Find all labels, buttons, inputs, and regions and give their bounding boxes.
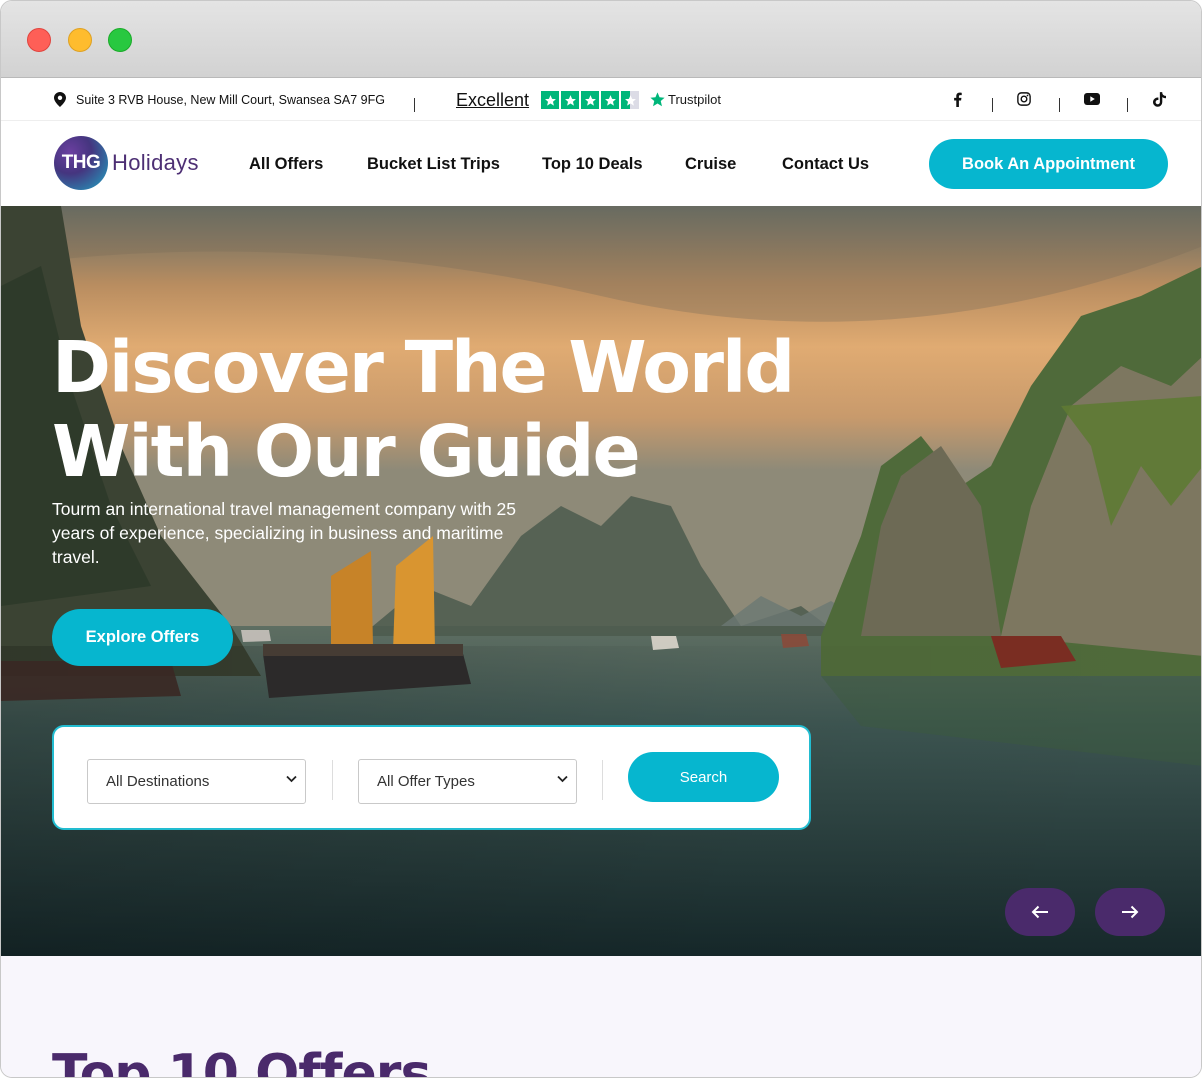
nav-contact-us[interactable]: Contact Us — [782, 155, 869, 174]
divider — [332, 760, 333, 800]
trustpilot-rating-link[interactable]: Excellent — [456, 90, 529, 111]
hero-title-line-1: Discover The World — [52, 326, 795, 409]
hero-title: Discover The World With Our Guide — [52, 326, 812, 494]
chevron-down-icon — [286, 775, 297, 783]
previous-slide-button[interactable] — [1005, 888, 1075, 936]
nav-bucket-list-trips[interactable]: Bucket List Trips — [367, 155, 500, 174]
star-icon — [541, 91, 559, 109]
book-appointment-button[interactable]: Book An Appointment — [929, 139, 1168, 189]
offer-type-select[interactable]: All Offer Types — [358, 759, 577, 804]
divider — [414, 98, 415, 112]
youtube-icon[interactable] — [1083, 90, 1101, 108]
facebook-icon[interactable] — [948, 90, 966, 108]
map-pin-icon — [54, 92, 66, 107]
logo-wordmark: Holidays — [112, 150, 199, 175]
divider — [1127, 98, 1128, 112]
destination-select-value: All Destinations — [106, 773, 210, 790]
trustpilot-logo[interactable]: Trustpilot — [649, 91, 721, 108]
destination-select[interactable]: All Destinations — [87, 759, 306, 804]
hero-section: Discover The World With Our Guide Tourm … — [1, 206, 1201, 956]
half-star-icon — [621, 91, 639, 109]
trustpilot-stars — [541, 91, 639, 109]
offer-type-select-value: All Offer Types — [377, 773, 475, 790]
star-icon — [601, 91, 619, 109]
next-slide-button[interactable] — [1095, 888, 1165, 936]
top-info-bar: Suite 3 RVB House, New Mill Court, Swans… — [1, 78, 1201, 121]
star-icon — [581, 91, 599, 109]
hero-background-image — [1, 206, 1201, 956]
star-icon — [561, 91, 579, 109]
address: Suite 3 RVB House, New Mill Court, Swans… — [54, 92, 385, 107]
hero-title-line-2: With Our Guide — [52, 410, 641, 493]
chevron-down-icon — [557, 775, 568, 783]
logo-mark: THG — [54, 136, 108, 190]
nav-cruise[interactable]: Cruise — [685, 155, 736, 174]
offer-search-form: All Destinations All Offer Types Search — [52, 725, 811, 830]
trustpilot-star-icon — [650, 92, 665, 107]
maximize-window-button[interactable] — [108, 28, 132, 52]
hero-description: Tourm an international travel management… — [52, 499, 516, 567]
browser-window: Suite 3 RVB House, New Mill Court, Swans… — [0, 0, 1202, 1078]
instagram-icon[interactable] — [1015, 90, 1033, 108]
tiktok-icon[interactable] — [1150, 90, 1168, 108]
section-title: Top 10 Offers — [52, 1044, 431, 1078]
site-logo[interactable]: THG Holidays — [54, 136, 199, 190]
offers-section: Top 10 Offers — [1, 956, 1201, 1078]
minimize-window-button[interactable] — [68, 28, 92, 52]
trustpilot-label: Trustpilot — [668, 92, 721, 107]
divider — [602, 760, 603, 800]
browser-chrome — [1, 1, 1201, 78]
explore-offers-button[interactable]: Explore Offers — [52, 609, 233, 666]
nav-all-offers[interactable]: All Offers — [249, 155, 323, 174]
close-window-button[interactable] — [27, 28, 51, 52]
address-text: Suite 3 RVB House, New Mill Court, Swans… — [76, 92, 385, 107]
nav-top-10-deals[interactable]: Top 10 Deals — [542, 155, 643, 174]
divider — [992, 98, 993, 112]
arrow-left-icon — [1031, 905, 1048, 919]
divider — [1059, 98, 1060, 112]
search-button[interactable]: Search — [628, 752, 779, 802]
arrow-right-icon — [1122, 905, 1139, 919]
main-navigation: THG Holidays All Offers Bucket List Trip… — [1, 121, 1201, 206]
